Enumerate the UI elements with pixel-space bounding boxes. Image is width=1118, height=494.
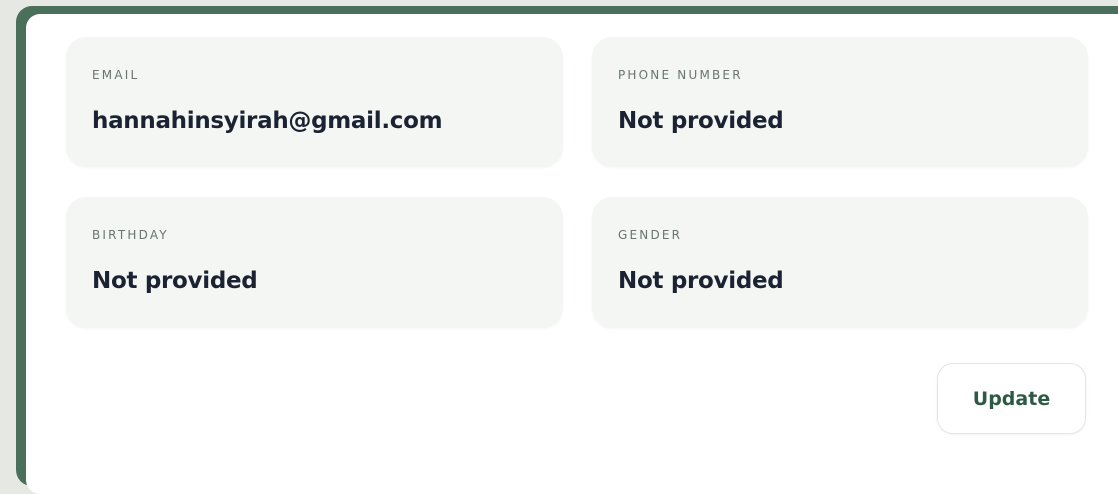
birthday-value: Not provided [92, 268, 258, 294]
profile-details-card: EMAIL hannahinsyirah@gmail.com PHONE NUM… [26, 14, 1118, 494]
gender-label: GENDER [618, 228, 683, 242]
phone-number-value: Not provided [618, 108, 784, 134]
phone-number-tile: PHONE NUMBER Not provided [592, 37, 1088, 167]
birthday-label: BIRTHDAY [92, 228, 169, 242]
email-label: EMAIL [92, 68, 140, 82]
gender-value: Not provided [618, 268, 784, 294]
phone-number-label: PHONE NUMBER [618, 68, 743, 82]
email-tile: EMAIL hannahinsyirah@gmail.com [66, 37, 563, 167]
email-value: hannahinsyirah@gmail.com [92, 108, 443, 134]
gender-tile: GENDER Not provided [592, 197, 1088, 328]
birthday-tile: BIRTHDAY Not provided [66, 197, 563, 328]
update-button[interactable]: Update [937, 363, 1086, 434]
